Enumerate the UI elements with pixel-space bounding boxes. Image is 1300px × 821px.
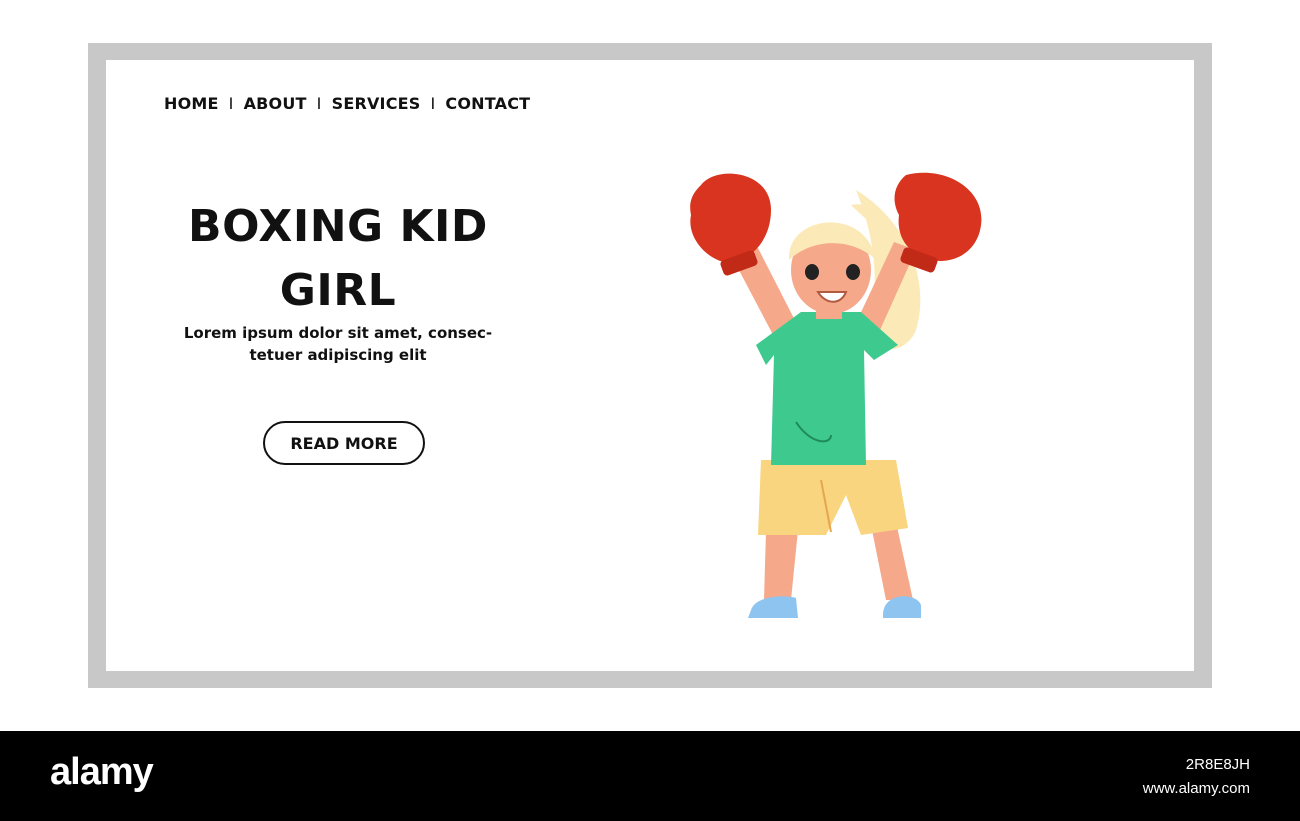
hero-title-line: BOXING KID	[188, 201, 488, 252]
hero-title: BOXING KID GIRL	[168, 195, 508, 323]
landing-page: HOME I ABOUT I SERVICES I CONTACT BOXING…	[106, 60, 1194, 671]
top-nav: HOME I ABOUT I SERVICES I CONTACT	[164, 94, 530, 113]
nav-separator: I	[316, 94, 322, 113]
image-id: 2R8E8JH	[1185, 756, 1250, 773]
nav-separator: I	[430, 94, 436, 113]
nav-separator: I	[228, 94, 234, 113]
hero-description-line: Lorem ipsum dolor sit amet, consec-	[183, 324, 493, 342]
hero-description-line: tetuer adipiscing elit	[249, 346, 427, 364]
boxing-girl-illustration	[690, 172, 982, 618]
hero-description: Lorem ipsum dolor sit amet, consec- tetu…	[168, 322, 508, 366]
hero-title-line: GIRL	[279, 265, 397, 316]
brand-logo: alamy	[50, 751, 154, 793]
read-more-button[interactable]: READ MORE	[263, 421, 425, 465]
stock-info: 2R8E8JH www.alamy.com	[1143, 753, 1250, 801]
nav-home[interactable]: HOME	[164, 94, 219, 113]
nav-services[interactable]: SERVICES	[332, 94, 421, 113]
site-url: www.alamy.com	[1142, 780, 1250, 797]
nav-about[interactable]: ABOUT	[244, 94, 307, 113]
watermark-footer: alamy 2R8E8JH www.alamy.com	[0, 731, 1300, 821]
nav-contact[interactable]: CONTACT	[445, 94, 530, 113]
